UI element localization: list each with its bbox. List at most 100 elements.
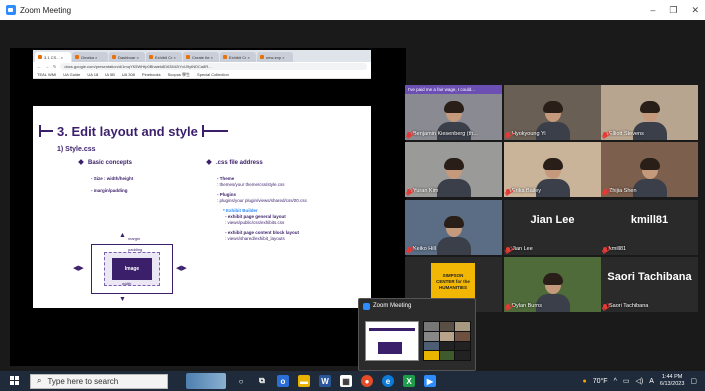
participant-video: [632, 157, 667, 197]
minimize-button[interactable]: –: [650, 5, 655, 15]
windows-taskbar: ⌕ Type here to search ○ ⧉ o ▬ W ▦ ● e X …: [0, 371, 705, 391]
bookmark-item[interactable]: Pinebooks: [142, 72, 161, 77]
participant-name: Elliott Stevens: [603, 131, 644, 137]
volume-icon[interactable]: ◁): [636, 377, 644, 385]
browser-tab[interactable]: Create Ite ×: [183, 52, 219, 62]
bookmark-item[interactable]: TEAL WMI: [37, 72, 56, 77]
col2-item: - Plugins: [217, 192, 236, 197]
mic-muted-icon: [603, 131, 607, 137]
browser-tab[interactable]: Exhibit Cr ×: [220, 52, 256, 62]
forward-icon[interactable]: →: [45, 64, 49, 69]
taskbar-search[interactable]: ⌕ Type here to search: [30, 373, 168, 389]
weather-temp[interactable]: 70°F: [593, 378, 608, 385]
store-icon[interactable]: ▦: [340, 375, 352, 387]
browser-tab-label: Create Ite ×: [192, 54, 214, 60]
tab-favicon-icon: [75, 55, 79, 59]
participant-name: Saori Tachibana: [603, 303, 648, 309]
participant-display-name: Jian Lee: [530, 214, 575, 226]
browser-tab[interactable]: Omeka ×: [72, 52, 108, 62]
network-icon[interactable]: ▭: [623, 377, 630, 385]
col2-item: - Theme: [217, 176, 235, 181]
zoom-taskbar-preview[interactable]: Zoom Meeting: [358, 298, 476, 371]
mic-muted-icon: [407, 131, 411, 137]
participant-tile[interactable]: Saori Tachibana Saori Tachibana: [601, 257, 698, 312]
chevron-up-icon[interactable]: ^: [614, 378, 617, 385]
maximize-button[interactable]: ❐: [669, 5, 677, 16]
close-button[interactable]: ✕: [691, 5, 699, 16]
browser-toolbar: ← → ↻ docs.google.com/presentation/d/1mq…: [33, 62, 371, 71]
reload-icon[interactable]: ↻: [53, 64, 56, 69]
col2-item: * Exhibit Builder: [223, 208, 258, 213]
address-bar[interactable]: docs.google.com/presentation/d/1mqYK5WHf…: [60, 63, 367, 70]
notifications-icon[interactable]: ▢: [690, 377, 697, 385]
participant-name: Zhijia Shen: [603, 188, 637, 194]
participant-name: Benjamin Kiesenberg (th...: [407, 131, 478, 137]
bookmark-item[interactable]: Scopus 學生: [168, 72, 190, 78]
search-placeholder: Type here to search: [47, 376, 119, 386]
browser-tab[interactable]: new-exp ×: [257, 52, 293, 62]
outlook-icon[interactable]: o: [277, 375, 289, 387]
image-box: Image: [112, 258, 152, 280]
task-view-icon[interactable]: ⧉: [256, 375, 268, 387]
participant-display-name: Saori Tachibana: [607, 271, 692, 283]
browser-tab-strip: 3.1 CS... × Omeka × Dashboar × Exhibit Cr ×…: [33, 50, 371, 62]
participant-tile[interactable]: Yuran Kim: [405, 142, 502, 197]
zoom-taskbar-icon[interactable]: ▶: [424, 375, 436, 387]
arrow-up-icon: ▲: [119, 232, 126, 239]
edge-icon[interactable]: e: [382, 375, 394, 387]
browser-tab[interactable]: Dashboar ×: [109, 52, 145, 62]
bookmark-item[interactable]: Special Collection: [197, 72, 229, 77]
tab-favicon-icon: [112, 55, 116, 59]
browser-tab[interactable]: Exhibit Cr ×: [146, 52, 182, 62]
bookmark-item[interactable]: IA 5B: [105, 72, 115, 77]
ime-indicator[interactable]: A: [649, 378, 654, 385]
cortana-icon[interactable]: ○: [235, 375, 247, 387]
shared-browser-window: 3.1 CS... × Omeka × Dashboar × Exhibit Cr ×…: [33, 50, 371, 308]
participant-tile[interactable]: kmill81 kmill81: [601, 200, 698, 255]
mic-muted-icon: [506, 131, 510, 137]
participant-tile[interactable]: Elliott Stevens: [601, 85, 698, 140]
col1-item: - margin/padding: [91, 188, 128, 193]
slide-title-row: 3. Edit layout and style: [39, 124, 253, 139]
browser-tab-label: Dashboar ×: [118, 54, 139, 60]
arrow-down-icon: ▼: [119, 296, 126, 303]
participant-name: Keiko Hill: [407, 246, 436, 252]
bookmark-item[interactable]: UA 308: [122, 72, 135, 77]
zoom-logo-icon: [6, 5, 16, 15]
participant-tile[interactable]: Keiko Hill: [405, 200, 502, 255]
clock[interactable]: 1:44 PM 6/13/2023: [660, 374, 684, 388]
news-widget-icon[interactable]: [186, 373, 226, 389]
bookmark-item[interactable]: UA 18: [87, 72, 98, 77]
simpson-center-logo: SIMPSON CENTER for the HUMANITIES: [431, 263, 475, 301]
browser-tab[interactable]: 3.1 CS... ×: [35, 52, 71, 62]
browser-tab-label: Exhibit Cr ×: [155, 54, 176, 60]
participant-name: Hyokyoung Yi: [506, 131, 546, 137]
participant-tile[interactable]: I've paid me a fair wage, I could... Benj…: [405, 85, 502, 140]
mic-muted-icon: [407, 246, 411, 252]
participant-tile[interactable]: Dylan Burns: [504, 257, 601, 312]
window-title: Zoom Meeting: [20, 5, 72, 15]
back-icon[interactable]: ←: [37, 64, 41, 69]
preview-title: Zoom Meeting: [373, 303, 412, 309]
file-explorer-icon[interactable]: ▬: [298, 375, 310, 387]
clock-date: 6/13/2023: [659, 381, 685, 387]
participant-tile[interactable]: Zhijia Shen: [601, 142, 698, 197]
zoom-logo-icon: [363, 302, 370, 310]
system-tray: ● 70°F ^ ▭ ◁) A 1:44 PM 6/13/2023 ▢: [582, 371, 697, 391]
participant-video: [436, 157, 471, 197]
excel-icon[interactable]: X: [403, 375, 415, 387]
participant-tile[interactable]: Erika Bailey: [504, 142, 601, 197]
chrome-icon[interactable]: ●: [361, 375, 373, 387]
participant-video: [436, 215, 471, 255]
col2-item: - exhibit page content block layout: [225, 230, 300, 235]
arrow-left-icon: ◀▶: [73, 265, 84, 272]
browser-tab-label: 3.1 CS... ×: [44, 54, 64, 60]
participant-tile[interactable]: Hyokyoung Yi: [504, 85, 601, 140]
word-icon[interactable]: W: [319, 375, 331, 387]
participant-tile[interactable]: Jian Lee Jian Lee: [504, 200, 601, 255]
preview-shared-thumb: [365, 321, 419, 361]
col2-item: : themes/your theme/css/style.css: [217, 182, 285, 187]
bookmark-item[interactable]: UA Guide: [63, 72, 80, 77]
tab-favicon-icon: [223, 55, 227, 59]
windows-start-icon[interactable]: [10, 376, 20, 386]
